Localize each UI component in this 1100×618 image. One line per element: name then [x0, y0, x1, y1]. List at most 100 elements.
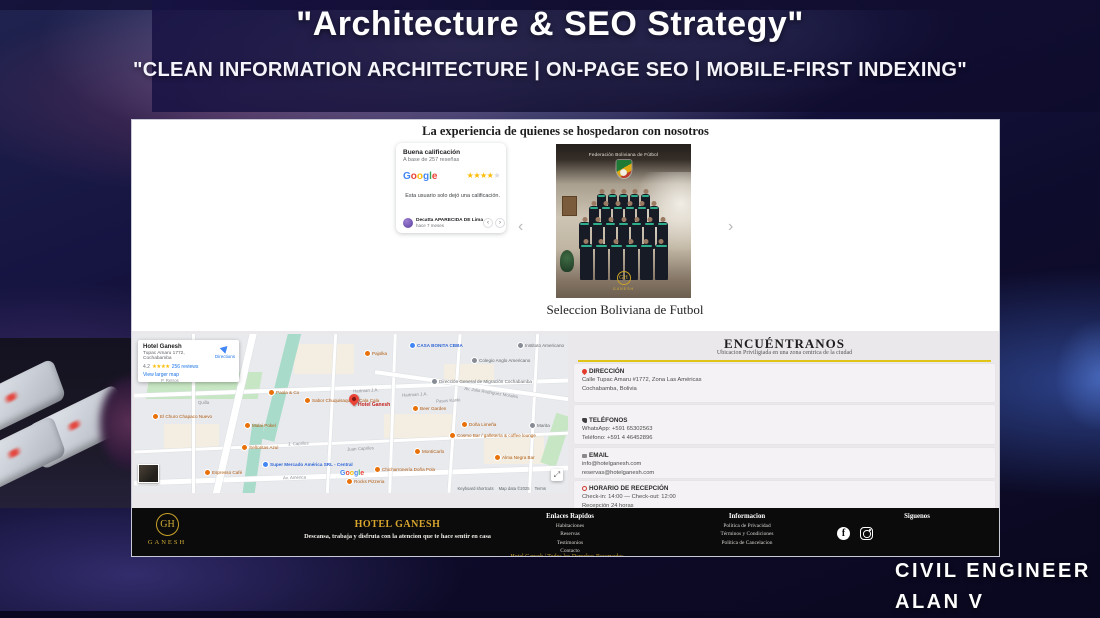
slide: "Architecture & SEO Strategy" "CLEAN INF…	[0, 0, 1100, 618]
map-block	[384, 414, 454, 438]
facebook-icon[interactable]	[837, 527, 850, 540]
contact-section: ENCUÉNTRANOS Ubicacion Priviligiada en u…	[568, 331, 999, 511]
map-poi[interactable]: Super Mercado América SRL - Central	[262, 461, 353, 468]
reviewer-avatar	[403, 218, 413, 228]
map-poi[interactable]: Señoritas Azul	[241, 444, 278, 451]
map-poi[interactable]: Doña Limeña	[461, 421, 496, 428]
map-canvas[interactable]: Hotel Ganesh Tupac Amaru 1772, Cochabamb…	[134, 334, 568, 493]
footer-copyright-partial: Hotel Ganesh | Todos los Derechos Reserv…	[510, 554, 624, 557]
google-maps-logo: Google	[340, 470, 365, 477]
watermark-line1: CIVIL ENGINEER	[895, 560, 1091, 582]
map-poi[interactable]: Instituto Americano	[517, 342, 564, 349]
footer-hotel-title: HOTEL GANESH	[354, 519, 441, 530]
google-logo: Google	[403, 171, 438, 182]
review-stars: ★★★★★	[466, 170, 501, 180]
map-poi[interactable]: Alma Negra Bar	[494, 454, 535, 461]
map-block	[294, 344, 354, 374]
site-footer: GH GANESH HOTEL GANESH Descansa, trabaja…	[132, 508, 999, 557]
map-poi[interactable]: Malai Pokel	[244, 422, 276, 429]
map-poi[interactable]: MontiCarlo	[414, 448, 444, 455]
review-time: hace 7 meses	[416, 223, 445, 228]
player-figure	[579, 244, 593, 280]
map-poi[interactable]: Hotel Ganesh	[358, 402, 390, 408]
map-poi[interactable]: Chicharronería Doña Pola	[374, 466, 435, 473]
map-poi[interactable]: Espresso Café	[204, 469, 242, 476]
footer-link-habitaciones[interactable]: Habitaciones	[530, 523, 610, 529]
poi-dot-icon	[517, 342, 524, 349]
player-figure	[654, 244, 668, 280]
map-poi[interactable]: Cosmo Bar / galletería & coffee lounge	[449, 432, 536, 439]
testimonials-heading: La experiencia de quienes se hospedaron …	[422, 124, 709, 138]
map-poi[interactable]: Beer Garden	[412, 405, 446, 412]
contact-subheading: Ubicacion Priviligiada en una zona centr…	[716, 350, 853, 356]
map-canal	[239, 423, 265, 493]
yellow-divider	[578, 360, 991, 362]
directions-link[interactable]: Directions	[215, 343, 235, 359]
footer-link-testimonios[interactable]: Testimonios	[530, 540, 610, 546]
carousel-prev-arrow[interactable]: ‹	[518, 218, 523, 236]
keyboard-photo-area	[0, 338, 142, 508]
map-poi[interactable]: El Churo Chapaco Nuevo	[152, 413, 212, 420]
poi-dot-icon	[152, 413, 159, 420]
poi-dot-icon	[374, 466, 381, 473]
map-poi[interactable]: Pajolka	[364, 350, 387, 357]
poi-dot-icon	[449, 432, 456, 439]
footer-logo-name: GANESH	[147, 539, 187, 546]
poi-dot-icon	[529, 422, 536, 429]
map-reviews-link[interactable]: 256 reviews	[172, 364, 199, 370]
footer-link-reservas[interactable]: Reservas	[530, 531, 610, 537]
map-rating-value: 4.2	[143, 364, 150, 370]
map-poi[interactable]: Dirección General de Migración Cochabamb…	[431, 378, 532, 385]
footer-link-privacidad[interactable]: Política de Privacidad	[692, 523, 802, 529]
review-card-subtitle: A base de 257 reseñas	[403, 157, 460, 163]
mail-icon	[582, 453, 587, 458]
map-poi[interactable]: Marita	[529, 422, 550, 429]
map-poi[interactable]: Paola & Co	[268, 389, 299, 396]
contact-card-email: EMAIL info@hotelganesh.com reservas@hotel…	[574, 448, 995, 478]
poi-dot-icon	[304, 397, 311, 404]
map-park	[540, 412, 568, 468]
poi-dot-icon	[431, 378, 438, 385]
poi-dot-icon	[262, 461, 269, 468]
keyboard-shortcuts-link[interactable]: Keyboard shortcuts	[457, 486, 493, 491]
map-poi[interactable]: CASA BONITA CBBA	[409, 342, 463, 349]
watermark-signature: CIVIL ENGINEER ALAN V	[895, 556, 1091, 618]
map-info-card: Hotel Ganesh Tupac Amaru 1772, Cochabamb…	[138, 340, 239, 382]
map-terms-link[interactable]: Terms	[535, 486, 546, 491]
google-review-card[interactable]: Buena calificación A base de 257 reseñas…	[396, 143, 506, 233]
photo-caption: Seleccion Boliviana de Futbol	[546, 302, 704, 317]
review-prev-button[interactable]: ‹	[483, 218, 493, 228]
poi-dot-icon	[409, 342, 416, 349]
map-street-label: P. Retros	[161, 378, 179, 383]
contact-card-hours: HORARIO DE RECEPCIÓN Check-in: 14:00 — C…	[574, 481, 995, 511]
map-poi[interactable]: Colegio Anglo Americano	[471, 357, 530, 364]
view-larger-map-link[interactable]: View larger map	[143, 372, 234, 378]
poi-dot-icon	[461, 421, 468, 428]
federation-crest-icon	[616, 160, 631, 178]
map-fullscreen-button[interactable]: ⤢	[551, 469, 563, 481]
watermark-line2: ALAN V	[895, 591, 985, 613]
map-street-label: Hartman J.A.	[401, 391, 428, 398]
background-blue-streak	[1000, 300, 1100, 450]
hotel-monogram-icon: GH	[616, 271, 631, 285]
carousel-next-arrow[interactable]: ›	[728, 218, 733, 236]
map-imagery-thumbnail[interactable]	[138, 464, 159, 483]
map-poi[interactable]: Rocks Pizzeria	[346, 478, 384, 485]
map-street-label: Av. América	[282, 474, 307, 481]
map-rating-stars: ★★★★	[151, 364, 170, 370]
poi-dot-icon	[414, 448, 421, 455]
footer-monogram-icon: GH	[156, 513, 179, 536]
poi-dot-icon	[204, 469, 211, 476]
footer-link-terminos[interactable]: Términos y Condiciones	[692, 531, 802, 537]
instagram-icon[interactable]	[860, 527, 873, 540]
poi-dot-icon	[364, 350, 371, 357]
footer-info-header: Informacion	[728, 513, 766, 520]
poi-dot-icon	[346, 478, 353, 485]
review-note: Esta usuario solo dejó una calificación.	[405, 193, 500, 199]
keyboard-key	[0, 414, 67, 496]
footer-quicklinks-header: Enlaces Rapidos	[546, 513, 594, 520]
review-next-button[interactable]: ›	[495, 218, 505, 228]
contact-card-address: DIRECCIÓN Calle Tupac Amaru #1772, Zona …	[574, 364, 995, 402]
clock-icon	[582, 486, 587, 491]
footer-link-cancelacion[interactable]: Política de Cancelacion	[692, 540, 802, 546]
